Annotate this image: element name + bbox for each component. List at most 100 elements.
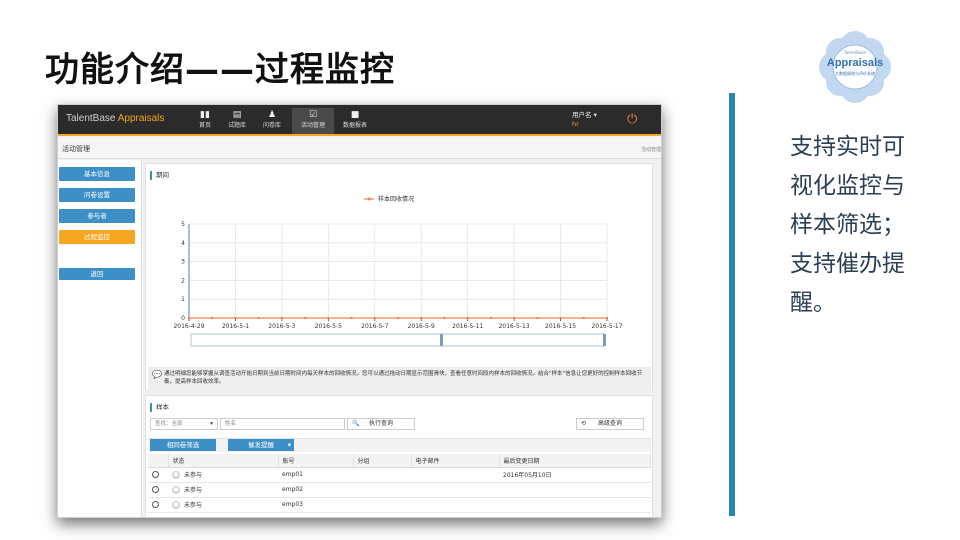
x-tick-label: 2016-5-5 — [315, 323, 342, 330]
nav-questionnaire-bank[interactable]: ♟ 问卷库 — [259, 108, 285, 134]
data-point — [536, 316, 539, 320]
table-row[interactable]: ● 未参与 emp01 2016年05月10日 — [148, 467, 651, 483]
page-header: 活动管理 活动管理 — [58, 138, 661, 159]
data-point — [303, 316, 307, 320]
y-tick-label: 3 — [181, 259, 185, 266]
nav-question-bank[interactable]: ▤ 试题库 — [224, 108, 250, 134]
data-point — [234, 316, 237, 320]
range-slider-handle-right — [603, 334, 606, 346]
legend-label: 样本回收情况 — [378, 195, 414, 203]
caret-down-icon: ▾ — [287, 441, 291, 449]
samples-panel: 样本 查找：全部 ▾ 姓名 🔍 执行查询 ⟲ 高级查询 相同卷筛选 催发提醒 ▾… — [145, 395, 653, 517]
data-point — [187, 316, 191, 320]
samples-toolbar — [148, 438, 651, 452]
menu-participants[interactable]: 参与者 — [59, 209, 135, 223]
status-text: 未参与 — [184, 501, 203, 509]
column-header: 状态 — [168, 454, 279, 468]
power-icon[interactable]: ⏻ — [627, 112, 637, 127]
caret-down-icon: ▾ — [210, 421, 213, 427]
x-tick-label: 2016-5-7 — [361, 323, 388, 330]
comment-icon: 💬 — [152, 370, 162, 379]
nav-activity-management[interactable]: ☑ 活动管理 — [292, 108, 334, 134]
side-accent-bar — [729, 93, 735, 516]
nav-label: 数据报表 — [342, 122, 367, 129]
nav-label: 首页 — [198, 122, 211, 129]
remind-label: 催发提醒 — [248, 441, 274, 449]
related-filter-button[interactable]: 相同卷筛选 — [150, 439, 216, 451]
breadcrumb[interactable]: 活动管理 — [641, 146, 661, 153]
table-row[interactable]: ● 未参与 emp02 — [148, 482, 651, 498]
data-point — [420, 316, 423, 320]
row-email — [411, 497, 499, 513]
data-point — [350, 316, 353, 320]
x-tick-label: 2016-4-29 — [173, 323, 204, 330]
side-line: 支持催办提 — [790, 251, 905, 277]
data-point — [489, 316, 493, 320]
data-point — [327, 316, 330, 320]
y-tick-label: 2 — [181, 277, 185, 284]
card-icon: ▤ — [232, 110, 242, 120]
nav-label: 问卷库 — [262, 122, 281, 129]
menu-back[interactable]: 返回 — [59, 268, 135, 280]
row-email — [411, 482, 499, 498]
advanced-search-button[interactable]: ⟲ 高级查询 — [576, 418, 644, 430]
column-header: 分组 — [353, 454, 412, 468]
y-tick-label: 0 — [181, 315, 185, 322]
row-select — [148, 482, 168, 498]
menu-basic-info[interactable]: 基本信息 — [59, 167, 135, 181]
row-group — [353, 497, 411, 513]
remind-button[interactable]: 催发提醒 ▾ — [228, 439, 294, 451]
row-radio[interactable] — [152, 501, 159, 508]
row-radio[interactable] — [152, 486, 159, 493]
menu-process-monitoring[interactable]: 过程监控 — [59, 230, 135, 244]
users-icon: ♟ — [267, 110, 277, 120]
row-account: emp01 — [278, 467, 353, 483]
app-brand: TalentBase Appraisals — [66, 113, 164, 124]
samples-heading: 样本 — [150, 403, 169, 412]
x-tick-label: 2016-5-17 — [591, 323, 622, 330]
row-radio[interactable] — [152, 471, 159, 478]
select-column-header — [148, 454, 169, 468]
side-line: 醒。 — [790, 290, 836, 316]
row-last-changed — [499, 482, 651, 498]
row-group — [353, 467, 411, 483]
row-select — [148, 467, 168, 483]
data-point — [512, 316, 516, 320]
nav-home[interactable]: ▮▮ 首页 — [194, 108, 216, 134]
menu-questionnaire-settings[interactable]: 问卷设置 — [59, 188, 135, 202]
row-select — [148, 497, 168, 513]
not-participated-icon: ● — [172, 471, 180, 480]
slide-title: 功能介绍——过程监控 — [45, 50, 395, 90]
user-menu[interactable]: 用户名 ▾ hr — [572, 111, 597, 129]
table-row[interactable]: ● 未参与 emp03 — [148, 497, 651, 513]
side-line: 支持实时可 — [790, 134, 905, 160]
data-point — [559, 316, 562, 320]
legend-marker — [367, 197, 371, 201]
row-status: ● 未参与 — [168, 497, 278, 513]
filter-select[interactable]: 查找：全部 ▾ — [150, 418, 218, 430]
data-point — [466, 316, 469, 320]
y-tick-label: 1 — [181, 296, 185, 303]
data-point — [582, 316, 585, 320]
data-point — [211, 316, 214, 320]
check-square-icon: ☑ — [308, 110, 318, 120]
status-text: 未参与 — [184, 471, 203, 479]
refresh-icon: ⟲ — [581, 420, 587, 427]
column-header: 电子邮件 — [411, 454, 500, 468]
period-panel: 期间 0 1 2 3 4 5 2016-4-29 2016-5-1 2016-5-3 2016-5… — [145, 163, 653, 391]
x-tick-label: 2016-5-9 — [408, 323, 435, 330]
row-status: ● 未参与 — [168, 467, 278, 483]
execute-search-button[interactable]: 🔍 执行查询 — [347, 418, 415, 430]
range-slider-handle-left — [440, 334, 443, 346]
row-group — [353, 482, 411, 498]
x-tick-label: 2016-5-3 — [268, 323, 295, 330]
column-header: 账号 — [278, 454, 354, 468]
hint-text: 通过明细您能够掌握从调查活动开始日期到当前日期时间内每天样本的回收情况，您可以通… — [164, 371, 643, 385]
row-account: emp02 — [278, 482, 353, 498]
name-search-input[interactable]: 姓名 — [220, 418, 345, 430]
row-last-changed — [499, 497, 651, 513]
data-point — [373, 316, 376, 320]
filter-select-value: 查找：全部 — [155, 421, 183, 427]
y-tick-label: 4 — [181, 240, 185, 247]
nav-data-reports[interactable]: ■ 数据报表 — [340, 108, 370, 134]
